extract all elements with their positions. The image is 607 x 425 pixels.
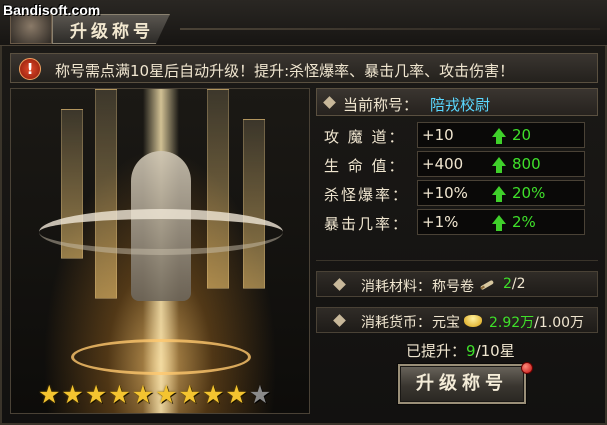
- notice-bar: ! 称号需点满10星后自动升级！提升:杀怪爆率、暴击几率、攻击伤害！: [10, 53, 598, 83]
- window-title: 升级称号: [70, 22, 154, 42]
- star-filled-icon: ★: [84, 380, 108, 409]
- stat-next: 800: [512, 155, 541, 173]
- currency-need: /1.00万: [534, 315, 585, 331]
- star-filled-icon: ★: [155, 380, 178, 409]
- progress-label: 已提升：: [406, 342, 467, 360]
- currency-have: 2.92万: [489, 315, 535, 331]
- stat-box: +10% 20%: [417, 180, 585, 206]
- current-title-value: 陪戎校尉: [430, 96, 491, 114]
- star-filled-icon: ★: [131, 380, 155, 409]
- stat-label: 生 命 值：: [324, 157, 406, 175]
- up-arrow-icon: [492, 215, 506, 231]
- glow-ring: [71, 339, 251, 375]
- up-arrow-icon: [492, 157, 506, 173]
- progress-current: 9: [466, 342, 476, 360]
- title-artwork: [10, 88, 310, 414]
- upgrade-title-button[interactable]: 升级称号: [398, 364, 526, 404]
- scroll-icon: [480, 280, 494, 290]
- stat-box: +10 20: [417, 122, 585, 148]
- diamond-icon: [333, 314, 346, 327]
- star-empty-icon: ★: [248, 380, 272, 409]
- light-pillar: [243, 119, 265, 289]
- alert-icon: !: [19, 58, 41, 80]
- stat-label: 暴击几率：: [324, 215, 410, 233]
- star-filled-icon: ★: [178, 380, 201, 409]
- current-title-row: 当前称号： 陪戎校尉: [316, 88, 598, 116]
- watermark: Bandisoft.com: [3, 2, 101, 18]
- stat-current: +400: [422, 155, 464, 173]
- current-title-label: 当前称号：: [343, 96, 419, 114]
- up-arrow-icon: [492, 128, 506, 144]
- stat-label: 杀怪爆率：: [324, 186, 410, 204]
- stat-current: +1%: [422, 213, 459, 231]
- star-filled-icon: ★: [108, 380, 131, 409]
- currency-label: 消耗货币：: [361, 315, 431, 331]
- star-filled-icon: ★: [201, 380, 225, 409]
- star-filled-icon: ★: [225, 380, 248, 409]
- divider: [316, 260, 598, 261]
- star-filled-icon: ★: [61, 380, 84, 409]
- stat-current: +10%: [422, 184, 468, 202]
- star-filled-icon: ★: [38, 380, 61, 409]
- stat-row-crit-rate: 暴击几率： +1% 2%: [316, 209, 598, 235]
- gold-ingot-icon: [464, 315, 482, 327]
- material-name: 称号卷: [432, 279, 474, 295]
- light-pillar: [207, 89, 229, 289]
- material-label: 消耗材料：: [361, 279, 431, 295]
- stat-row-attack: 攻 魔 道： +10 20: [316, 122, 598, 148]
- flowing-sash: [39, 209, 283, 255]
- currency-cost-row: 消耗货币： 元宝 2.92万/1.00万: [316, 307, 598, 333]
- material-cost-row: 消耗材料： 称号卷 2/2: [316, 271, 598, 297]
- stat-row-hp: 生 命 值： +400 800: [316, 151, 598, 177]
- stat-next: 20: [512, 126, 532, 144]
- avatar: [10, 14, 52, 44]
- diamond-icon: [333, 278, 346, 291]
- stat-next: 20%: [512, 184, 546, 202]
- stat-current: +10: [422, 126, 454, 144]
- star-rating: ★ ★ ★ ★ ★ ★ ★ ★ ★ ★: [38, 382, 271, 408]
- stat-row-drop-rate: 杀怪爆率： +10% 20%: [316, 180, 598, 206]
- header-divider: [180, 28, 600, 30]
- material-need: /2: [511, 276, 526, 292]
- material-amount: 2/2: [503, 276, 526, 292]
- up-arrow-icon: [492, 186, 506, 202]
- stat-box: +1% 2%: [417, 209, 585, 235]
- star-progress: 已提升：9/10星: [406, 340, 515, 361]
- stat-box: +400 800: [417, 151, 585, 177]
- stat-next: 2%: [512, 213, 536, 231]
- notice-text: 称号需点满10星后自动升级！提升:杀怪爆率、暴击几率、攻击伤害！: [55, 62, 515, 80]
- currency-amount: 2.92万/1.00万: [489, 312, 584, 332]
- progress-max: /10星: [475, 342, 515, 360]
- diamond-icon: [323, 96, 336, 109]
- material-have: 2: [503, 276, 512, 292]
- notification-dot: [521, 362, 533, 374]
- window-header: 升级称号 Bandisoft.com: [0, 0, 607, 46]
- currency-name: 元宝: [432, 315, 460, 331]
- info-panel: 当前称号： 陪戎校尉 攻 魔 道： +10 20 生 命 值： +400 800…: [316, 88, 598, 414]
- light-pillar: [95, 89, 117, 299]
- stat-label: 攻 魔 道：: [324, 128, 406, 146]
